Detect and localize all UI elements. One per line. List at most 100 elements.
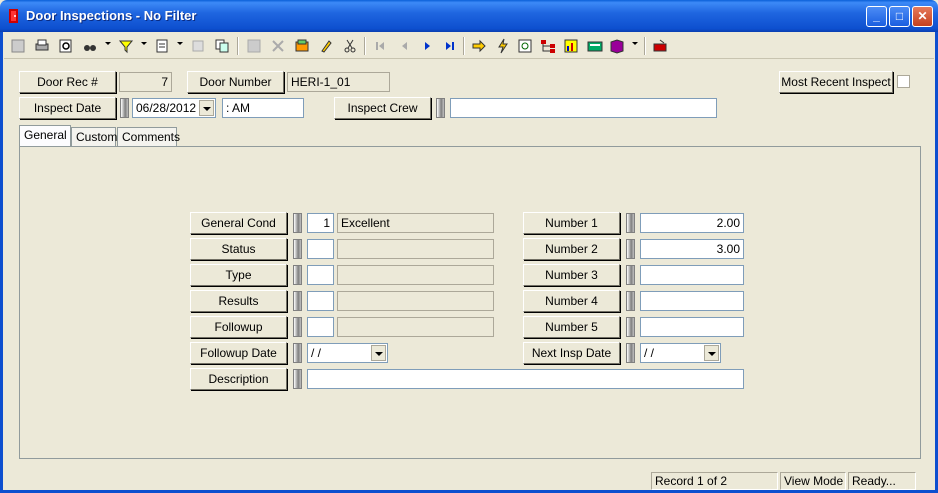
inspect-time-field[interactable]: : AM (222, 98, 304, 118)
toolbar-separator (463, 37, 465, 55)
general-cond-button[interactable]: General Cond (190, 212, 287, 234)
results-desc-field (337, 291, 494, 311)
clone-icon[interactable] (212, 36, 232, 56)
exit-icon[interactable] (650, 36, 670, 56)
status-desc-field (337, 239, 494, 259)
number4-field[interactable] (640, 291, 744, 311)
report-icon[interactable] (152, 36, 172, 56)
followup-date-grip-icon[interactable] (293, 343, 302, 363)
view-mode-status: View Mode (780, 472, 846, 490)
copy-disabled-icon (188, 36, 208, 56)
next-insp-date-dropdown-icon[interactable] (704, 345, 719, 361)
number4-button[interactable]: Number 4 (523, 290, 620, 312)
door-rec-label-button[interactable]: Door Rec # (19, 71, 116, 93)
toolbar (4, 33, 934, 59)
close-button[interactable]: ✕ (912, 6, 933, 27)
most-recent-inspect-button[interactable]: Most Recent Inspect (779, 71, 893, 93)
number1-field[interactable]: 2.00 (640, 213, 744, 233)
hierarchy-icon[interactable] (538, 36, 558, 56)
description-grip-icon[interactable] (293, 369, 302, 389)
type-grip-icon[interactable] (293, 265, 302, 285)
last-record-icon[interactable] (440, 36, 460, 56)
status-button[interactable]: Status (190, 238, 287, 260)
grid-view-icon[interactable] (8, 36, 28, 56)
calculator-icon[interactable] (585, 36, 605, 56)
print-icon[interactable] (32, 36, 52, 56)
toolbar-separator (644, 37, 646, 55)
next-record-icon[interactable] (418, 36, 438, 56)
number5-button[interactable]: Number 5 (523, 316, 620, 338)
most-recent-checkbox[interactable] (897, 75, 910, 88)
number4-grip-icon[interactable] (626, 291, 635, 311)
inspect-date-combo[interactable]: 06/28/2012 (132, 98, 216, 118)
inspect-date-dropdown-icon[interactable] (199, 100, 214, 116)
type-desc-field (337, 265, 494, 285)
search-map-icon[interactable] (515, 36, 535, 56)
number2-field[interactable]: 3.00 (640, 239, 744, 259)
inspect-crew-grip-icon[interactable] (436, 98, 445, 118)
tab-custom[interactable]: Custom (71, 127, 117, 147)
followup-date-value: / / (311, 346, 322, 360)
delete-disabled-icon (268, 36, 288, 56)
window-title: Door Inspections - No Filter (26, 8, 197, 23)
tab-general[interactable]: General (19, 125, 71, 147)
filter-dropdown-icon[interactable] (141, 42, 147, 45)
followup-code-field[interactable] (307, 317, 334, 337)
book-dropdown-icon[interactable] (632, 42, 638, 45)
goto-arrow-icon[interactable] (469, 36, 489, 56)
number1-button[interactable]: Number 1 (523, 212, 620, 234)
number3-field[interactable] (640, 265, 744, 285)
number2-grip-icon[interactable] (626, 239, 635, 259)
inspect-crew-label-button[interactable]: Inspect Crew (334, 97, 431, 119)
number3-grip-icon[interactable] (626, 265, 635, 285)
results-code-field[interactable] (307, 291, 334, 311)
general-cond-grip-icon[interactable] (293, 213, 302, 233)
toolbar-separator (237, 37, 239, 55)
status-bar: Record 1 of 2 View Mode Ready... (3, 470, 935, 490)
find-dropdown-icon[interactable] (105, 42, 111, 45)
lightning-icon[interactable] (493, 36, 513, 56)
status-code-field[interactable] (307, 239, 334, 259)
tab-comments[interactable]: Comments (117, 127, 180, 147)
inspect-date-value: 06/28/2012 (136, 101, 197, 115)
results-button[interactable]: Results (190, 290, 287, 312)
edit-pencil-icon[interactable] (316, 36, 336, 56)
number5-grip-icon[interactable] (626, 317, 635, 337)
number3-button[interactable]: Number 3 (523, 264, 620, 286)
door-number-label-button[interactable]: Door Number (187, 71, 284, 93)
inspect-date-label-button[interactable]: Inspect Date (19, 97, 116, 119)
binoculars-icon[interactable] (80, 36, 100, 56)
followup-date-dropdown-icon[interactable] (371, 345, 386, 361)
followup-date-combo[interactable]: / / (307, 343, 388, 363)
number1-grip-icon[interactable] (626, 213, 635, 233)
description-field[interactable] (307, 369, 744, 389)
inspect-date-grip-icon[interactable] (120, 98, 129, 118)
type-button[interactable]: Type (190, 264, 287, 286)
next-insp-date-combo[interactable]: / / (640, 343, 721, 363)
results-grip-icon[interactable] (293, 291, 302, 311)
description-button[interactable]: Description (190, 368, 287, 390)
minimize-button[interactable]: _ (866, 6, 887, 27)
report-dropdown-icon[interactable] (177, 42, 183, 45)
previous-record-icon (394, 36, 414, 56)
followup-date-button[interactable]: Followup Date (190, 342, 287, 364)
general-cond-code-field[interactable]: 1 (307, 213, 334, 233)
add-record-icon[interactable] (292, 36, 312, 56)
title-bar[interactable]: Door Inspections - No Filter _ □ ✕ (0, 0, 938, 32)
status-grip-icon[interactable] (293, 239, 302, 259)
number5-field[interactable] (640, 317, 744, 337)
followup-grip-icon[interactable] (293, 317, 302, 337)
number2-button[interactable]: Number 2 (523, 238, 620, 260)
filter-icon[interactable] (116, 36, 136, 56)
save-disabled-icon (244, 36, 264, 56)
maximize-button[interactable]: □ (889, 6, 910, 27)
inspect-crew-field[interactable] (450, 98, 717, 118)
print-preview-icon[interactable] (56, 36, 76, 56)
next-insp-date-button[interactable]: Next Insp Date (523, 342, 620, 364)
book-icon[interactable] (607, 36, 627, 56)
chart-icon[interactable] (561, 36, 581, 56)
next-insp-date-grip-icon[interactable] (626, 343, 635, 363)
type-code-field[interactable] (307, 265, 334, 285)
followup-button[interactable]: Followup (190, 316, 287, 338)
cut-scissors-icon[interactable] (340, 36, 360, 56)
